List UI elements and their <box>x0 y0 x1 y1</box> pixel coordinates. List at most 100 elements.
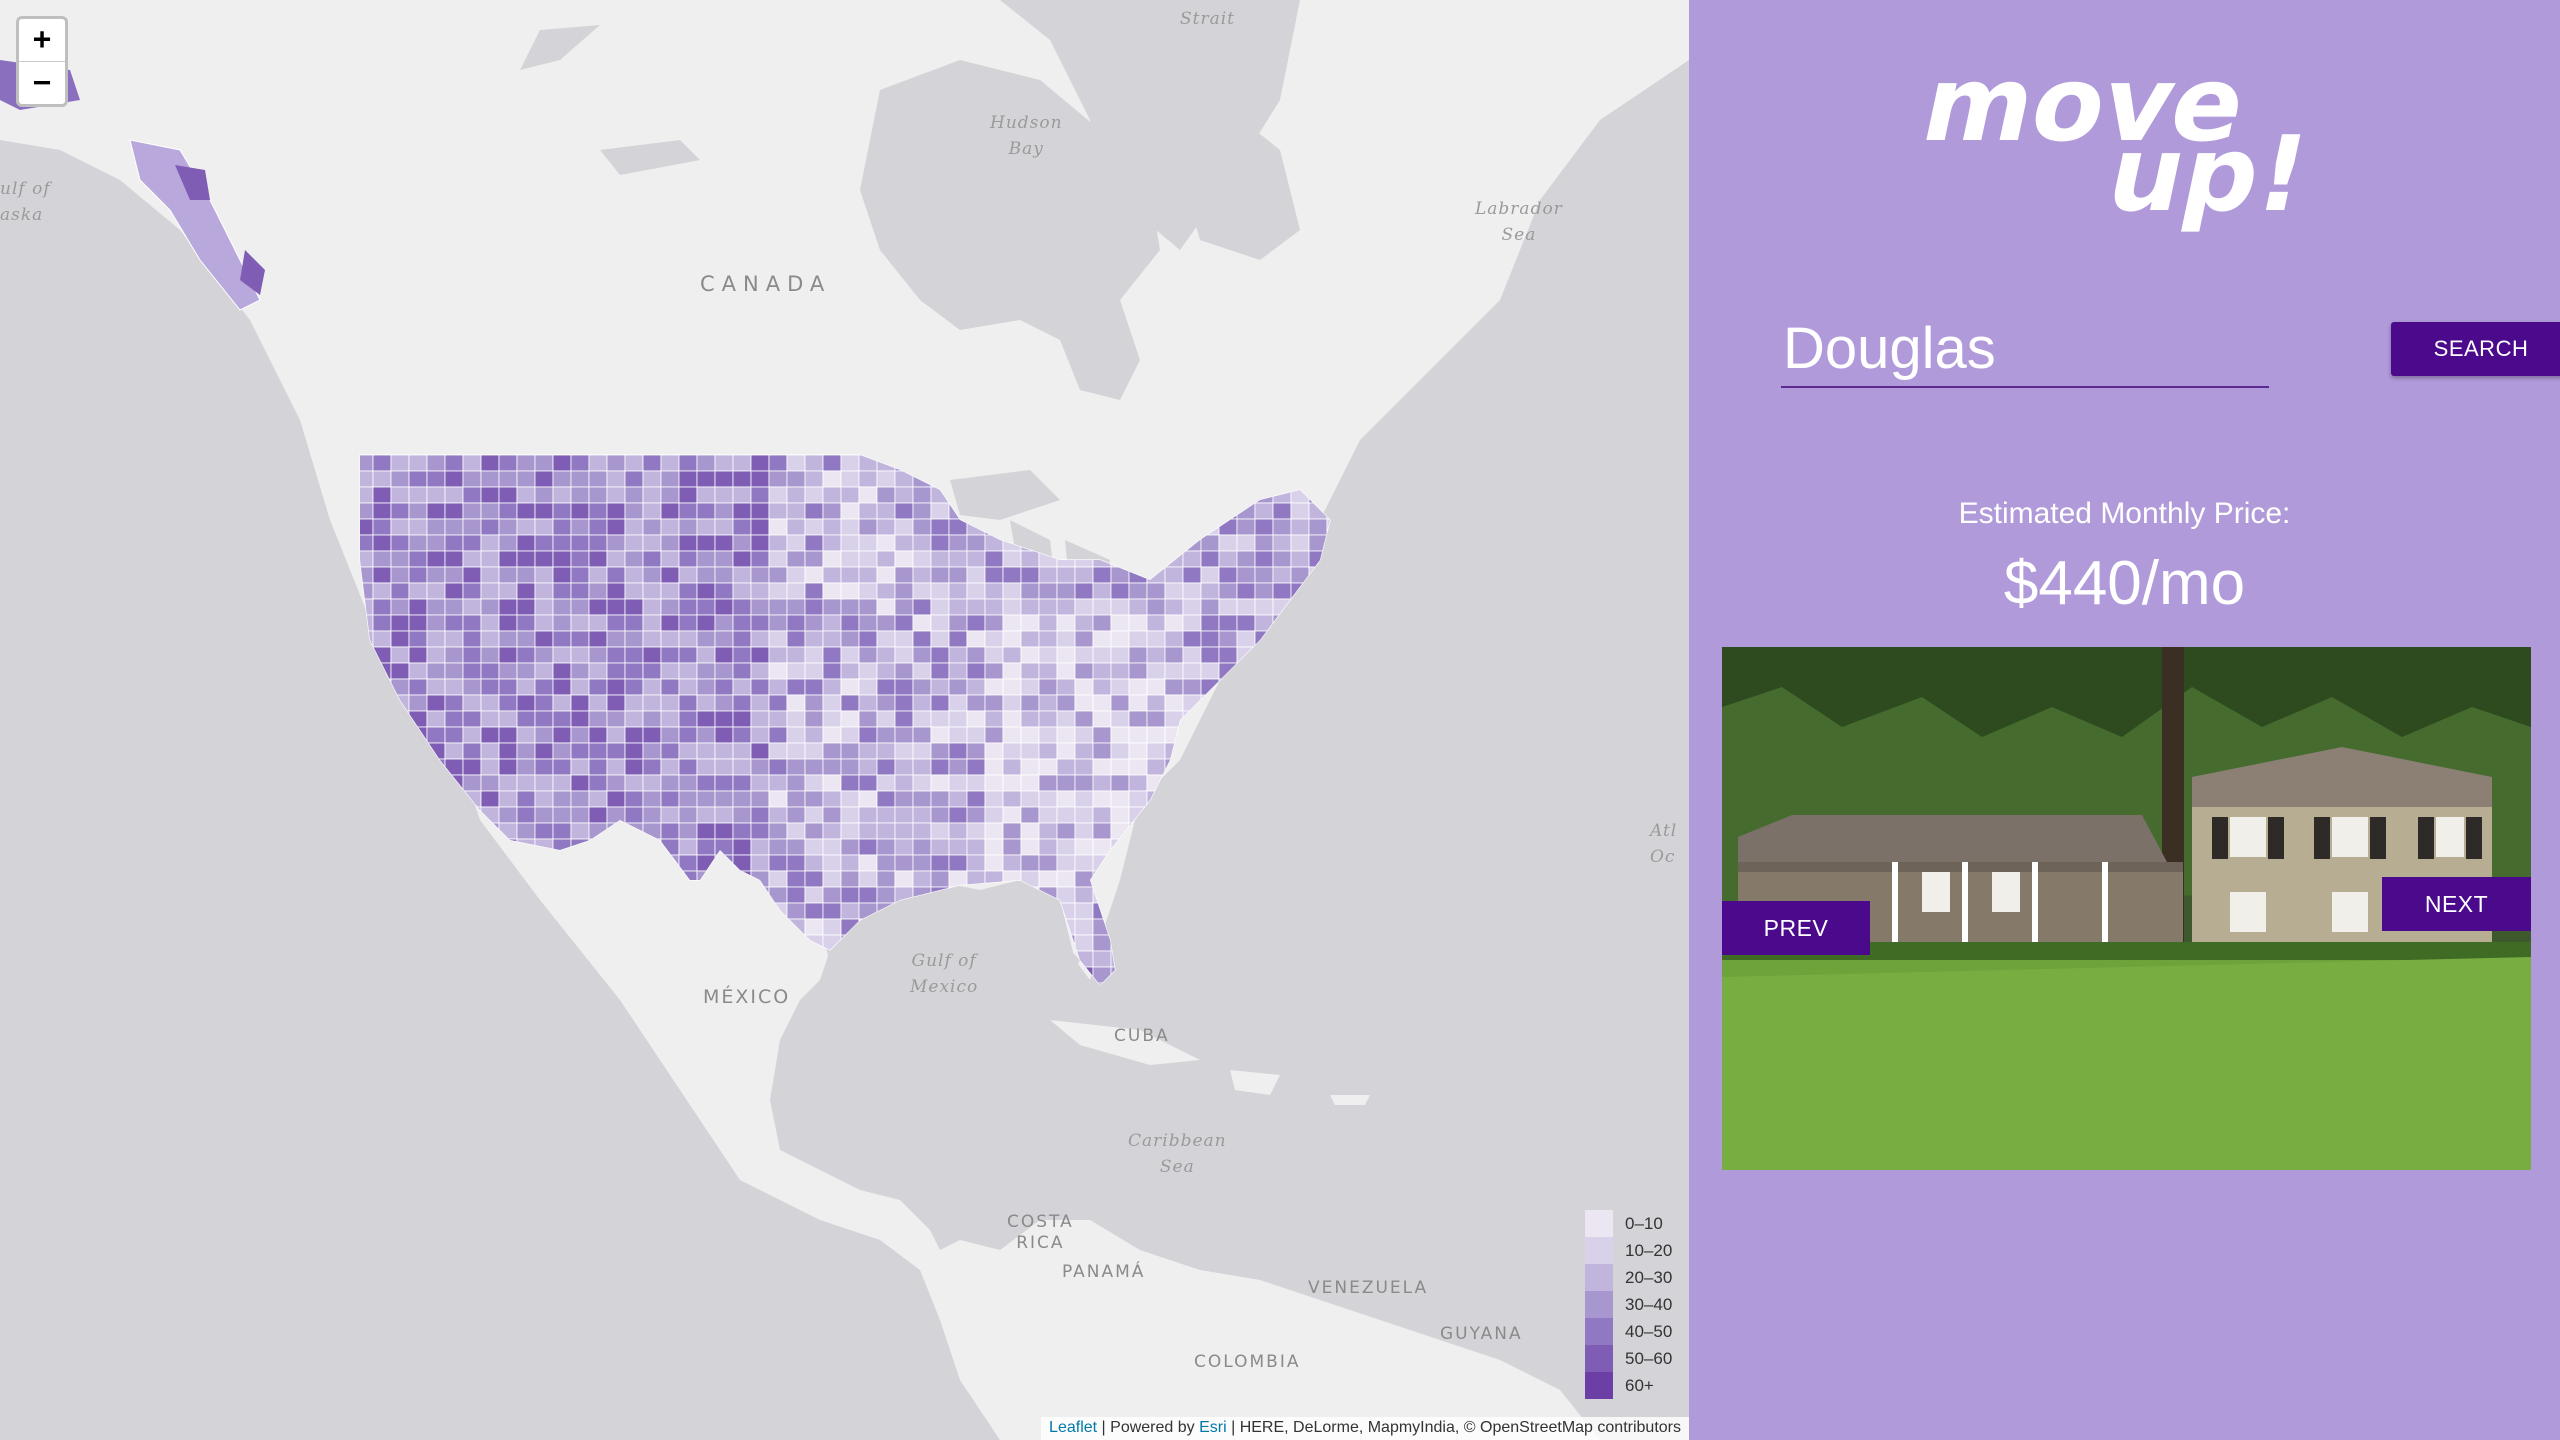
county-cell <box>444 710 464 728</box>
county-cell <box>1290 742 1310 760</box>
county-cell <box>966 726 986 744</box>
county-cell <box>516 455 536 472</box>
county-cell <box>570 822 590 840</box>
county-cell <box>1164 662 1184 680</box>
county-cell <box>894 614 914 632</box>
county-cell <box>822 742 842 760</box>
county-cell <box>444 455 464 472</box>
leaflet-link[interactable]: Leaflet <box>1049 1419 1097 1436</box>
prev-photo-button[interactable]: PREV <box>1722 901 1870 955</box>
county-cell <box>588 630 608 648</box>
county-cell <box>1200 854 1220 872</box>
county-cell <box>750 694 770 712</box>
county-cell <box>462 710 482 728</box>
county-cell <box>372 806 392 824</box>
county-cell <box>948 534 968 552</box>
county-cell <box>1326 758 1330 776</box>
county-cell <box>606 694 626 712</box>
county-cell <box>1038 806 1058 824</box>
search-button[interactable]: SEARCH <box>2391 322 2560 376</box>
legend-swatch <box>1585 1372 1613 1399</box>
county-cell <box>786 822 806 840</box>
county-cell <box>480 678 500 696</box>
county-cell <box>1218 742 1238 760</box>
county-cell <box>1110 646 1130 664</box>
county-cell <box>1308 838 1328 856</box>
county-cell <box>1218 726 1238 744</box>
county-cell <box>1074 790 1094 808</box>
county-cell <box>678 822 698 840</box>
county-cell <box>678 758 698 776</box>
choropleth-map[interactable]: Strait Hudson Bay CANADA Labrador Sea ul… <box>0 0 1689 1440</box>
county-cell <box>642 758 662 776</box>
county-cell <box>390 918 410 936</box>
county-cell <box>570 486 590 504</box>
county-cell <box>1308 758 1328 776</box>
county-cell <box>1290 790 1310 808</box>
county-cell <box>1326 918 1330 936</box>
county-cell <box>372 518 392 536</box>
county-cell <box>1236 710 1256 728</box>
county-cell <box>1254 966 1274 984</box>
county-cell <box>1164 566 1184 584</box>
county-cell <box>1218 950 1238 968</box>
esri-link[interactable]: Esri <box>1199 1419 1227 1436</box>
county-cell <box>1326 934 1330 952</box>
location-search-input[interactable] <box>1781 310 2269 388</box>
county-cell <box>1326 534 1330 552</box>
county-cell <box>570 518 590 536</box>
county-cell <box>894 550 914 568</box>
next-photo-button[interactable]: NEXT <box>2382 877 2531 931</box>
county-cell <box>534 662 554 680</box>
county-cell <box>1254 934 1274 952</box>
county-cell <box>1182 614 1202 632</box>
county-cell <box>1074 854 1094 872</box>
county-cell <box>1056 614 1076 632</box>
county-cell <box>1254 630 1274 648</box>
county-cell <box>408 854 428 872</box>
legend-label: 40–50 <box>1625 1321 1673 1341</box>
county-cell <box>660 774 680 792</box>
zoom-out-button[interactable]: − <box>19 61 65 104</box>
county-cell <box>1146 870 1166 888</box>
county-cell <box>408 966 428 984</box>
county-cell <box>1038 566 1058 584</box>
county-cell <box>1020 806 1040 824</box>
county-cell <box>858 566 878 584</box>
county-cell <box>1038 662 1058 680</box>
county-cell <box>678 470 698 488</box>
county-cell <box>1128 678 1148 696</box>
county-cell <box>552 742 572 760</box>
county-cell <box>1200 934 1220 952</box>
zoom-in-button[interactable]: + <box>19 19 65 61</box>
county-cell <box>1236 550 1256 568</box>
county-cell <box>444 470 464 488</box>
county-cell <box>768 822 788 840</box>
county-cell <box>498 710 518 728</box>
county-cell <box>498 566 518 584</box>
county-cell <box>444 934 464 952</box>
county-cell <box>876 518 896 536</box>
county-cell <box>1182 566 1202 584</box>
county-cell <box>732 566 752 584</box>
county-cell <box>534 455 554 472</box>
county-cell <box>894 662 914 680</box>
county-cell <box>660 742 680 760</box>
county-cell <box>1092 774 1112 792</box>
county-cell <box>1074 598 1094 616</box>
county-cell <box>498 694 518 712</box>
county-cell <box>390 710 410 728</box>
county-cell <box>1056 774 1076 792</box>
county-cell <box>876 806 896 824</box>
county-cell <box>1146 822 1166 840</box>
county-cell <box>408 710 428 728</box>
county-cell <box>426 710 446 728</box>
county-cell <box>1326 694 1330 712</box>
county-cell <box>1272 518 1292 536</box>
county-cell <box>1020 870 1040 888</box>
county-cell <box>1002 742 1022 760</box>
county-cell <box>1128 982 1148 985</box>
county-cell <box>1056 742 1076 760</box>
county-cell <box>1002 566 1022 584</box>
county-cell <box>498 726 518 744</box>
